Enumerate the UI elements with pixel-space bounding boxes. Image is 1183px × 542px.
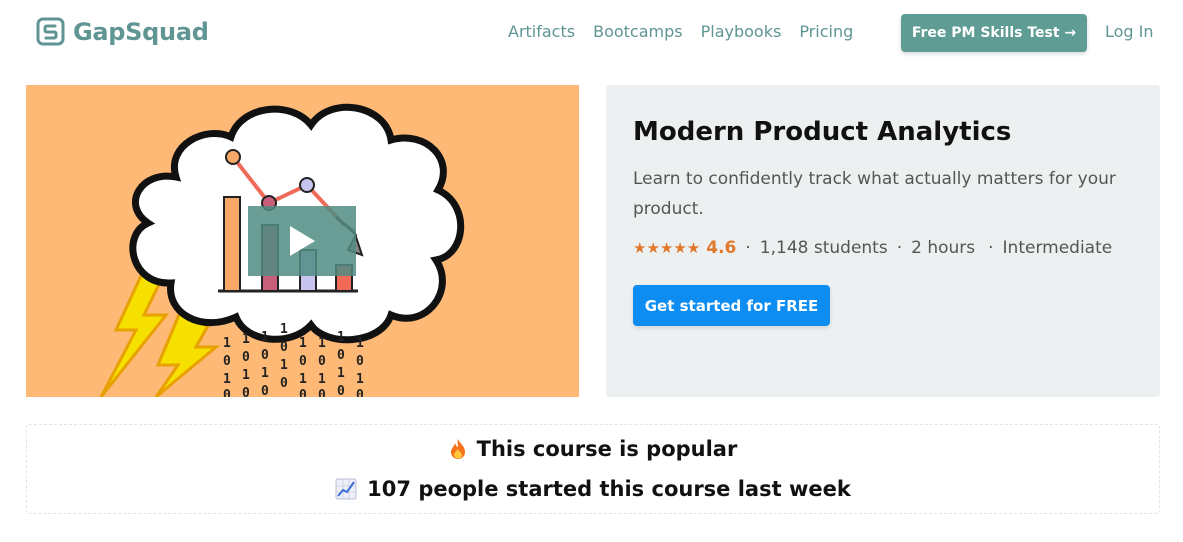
svg-text:1: 1: [280, 358, 288, 373]
svg-text:1: 1: [337, 330, 345, 345]
svg-text:0: 0: [299, 354, 307, 369]
course-title: Modern Product Analytics: [633, 117, 1012, 147]
meta-separator: ·: [745, 238, 751, 258]
course-meta: ★★★★★ 4.6 · 1,148 students · 2 hours · I…: [633, 238, 1112, 258]
svg-text:0: 0: [223, 388, 231, 397]
course-duration: 2 hours: [911, 238, 976, 258]
svg-text:0: 0: [242, 350, 250, 365]
svg-text:1: 1: [318, 372, 326, 387]
svg-text:0: 0: [242, 386, 250, 397]
svg-text:0: 0: [318, 388, 326, 397]
chart-point-3: [299, 177, 315, 193]
svg-text:1: 1: [318, 336, 326, 351]
rating-value: 4.6: [706, 238, 737, 258]
course-level: Intermediate: [1002, 238, 1113, 258]
play-icon: [290, 226, 315, 256]
svg-text:1: 1: [223, 336, 231, 351]
chart-point-1: [225, 149, 241, 165]
svg-text:1: 1: [337, 366, 345, 381]
svg-text:1: 1: [242, 332, 250, 347]
gapsquad-logo-icon: [36, 17, 65, 46]
svg-text:0: 0: [261, 348, 269, 363]
brand-name: GapSquad: [73, 17, 209, 46]
trending-chart-icon: [335, 478, 357, 500]
recent-starts-text: 107 people started this course last week: [367, 477, 851, 501]
svg-text:1: 1: [261, 366, 269, 381]
svg-text:0: 0: [356, 354, 364, 369]
nav-item-playbooks[interactable]: Playbooks: [701, 22, 782, 41]
svg-text:0: 0: [261, 384, 269, 397]
login-link[interactable]: Log In: [1105, 22, 1154, 41]
popularity-line-1: This course is popular: [27, 437, 1159, 461]
svg-text:1: 1: [242, 368, 250, 383]
fire-icon: [449, 438, 467, 460]
svg-text:1: 1: [356, 372, 364, 387]
svg-text:1: 1: [299, 336, 307, 351]
course-video-thumbnail[interactable]: 1010 1010 1010 1010 1010 1010 1010 1010: [26, 85, 579, 397]
free-pm-skills-test-button[interactable]: Free PM Skills Test →: [901, 14, 1087, 52]
get-started-free-button[interactable]: Get started for FREE: [633, 285, 830, 326]
play-button[interactable]: [248, 206, 356, 276]
svg-text:1: 1: [223, 372, 231, 387]
nav-item-artifacts[interactable]: Artifacts: [508, 22, 575, 41]
popularity-box: This course is popular 107 people starte…: [26, 424, 1160, 514]
student-count: 1,148 students: [759, 238, 888, 258]
nav-item-bootcamps[interactable]: Bootcamps: [593, 22, 683, 41]
svg-text:1: 1: [356, 336, 364, 351]
svg-text:0: 0: [280, 376, 288, 391]
svg-text:0: 0: [337, 348, 345, 363]
svg-text:1: 1: [299, 372, 307, 387]
course-info-panel: Modern Product Analytics Learn to confid…: [606, 85, 1160, 397]
popularity-line-2: 107 people started this course last week: [27, 477, 1159, 501]
svg-text:1: 1: [261, 330, 269, 345]
svg-text:0: 0: [299, 388, 307, 397]
svg-text:0: 0: [280, 340, 288, 355]
svg-text:1: 1: [280, 322, 288, 337]
meta-separator: ·: [988, 238, 994, 258]
svg-text:0: 0: [223, 354, 231, 369]
svg-text:0: 0: [356, 388, 364, 397]
main-nav: Artifacts Bootcamps Playbooks Pricing: [508, 22, 871, 41]
course-description: Learn to confidently track what actually…: [633, 169, 1116, 219]
top-header: GapSquad Artifacts Bootcamps Playbooks P…: [0, 0, 1183, 66]
rating-stars-icon: ★★★★★: [633, 239, 701, 257]
popularity-text: This course is popular: [476, 437, 738, 461]
nav-item-pricing[interactable]: Pricing: [799, 22, 853, 41]
svg-text:0: 0: [318, 354, 326, 369]
chart-bar-1: [223, 196, 241, 292]
meta-separator: ·: [896, 238, 903, 258]
svg-text:0: 0: [337, 384, 345, 397]
brand-logo[interactable]: GapSquad: [36, 17, 209, 46]
